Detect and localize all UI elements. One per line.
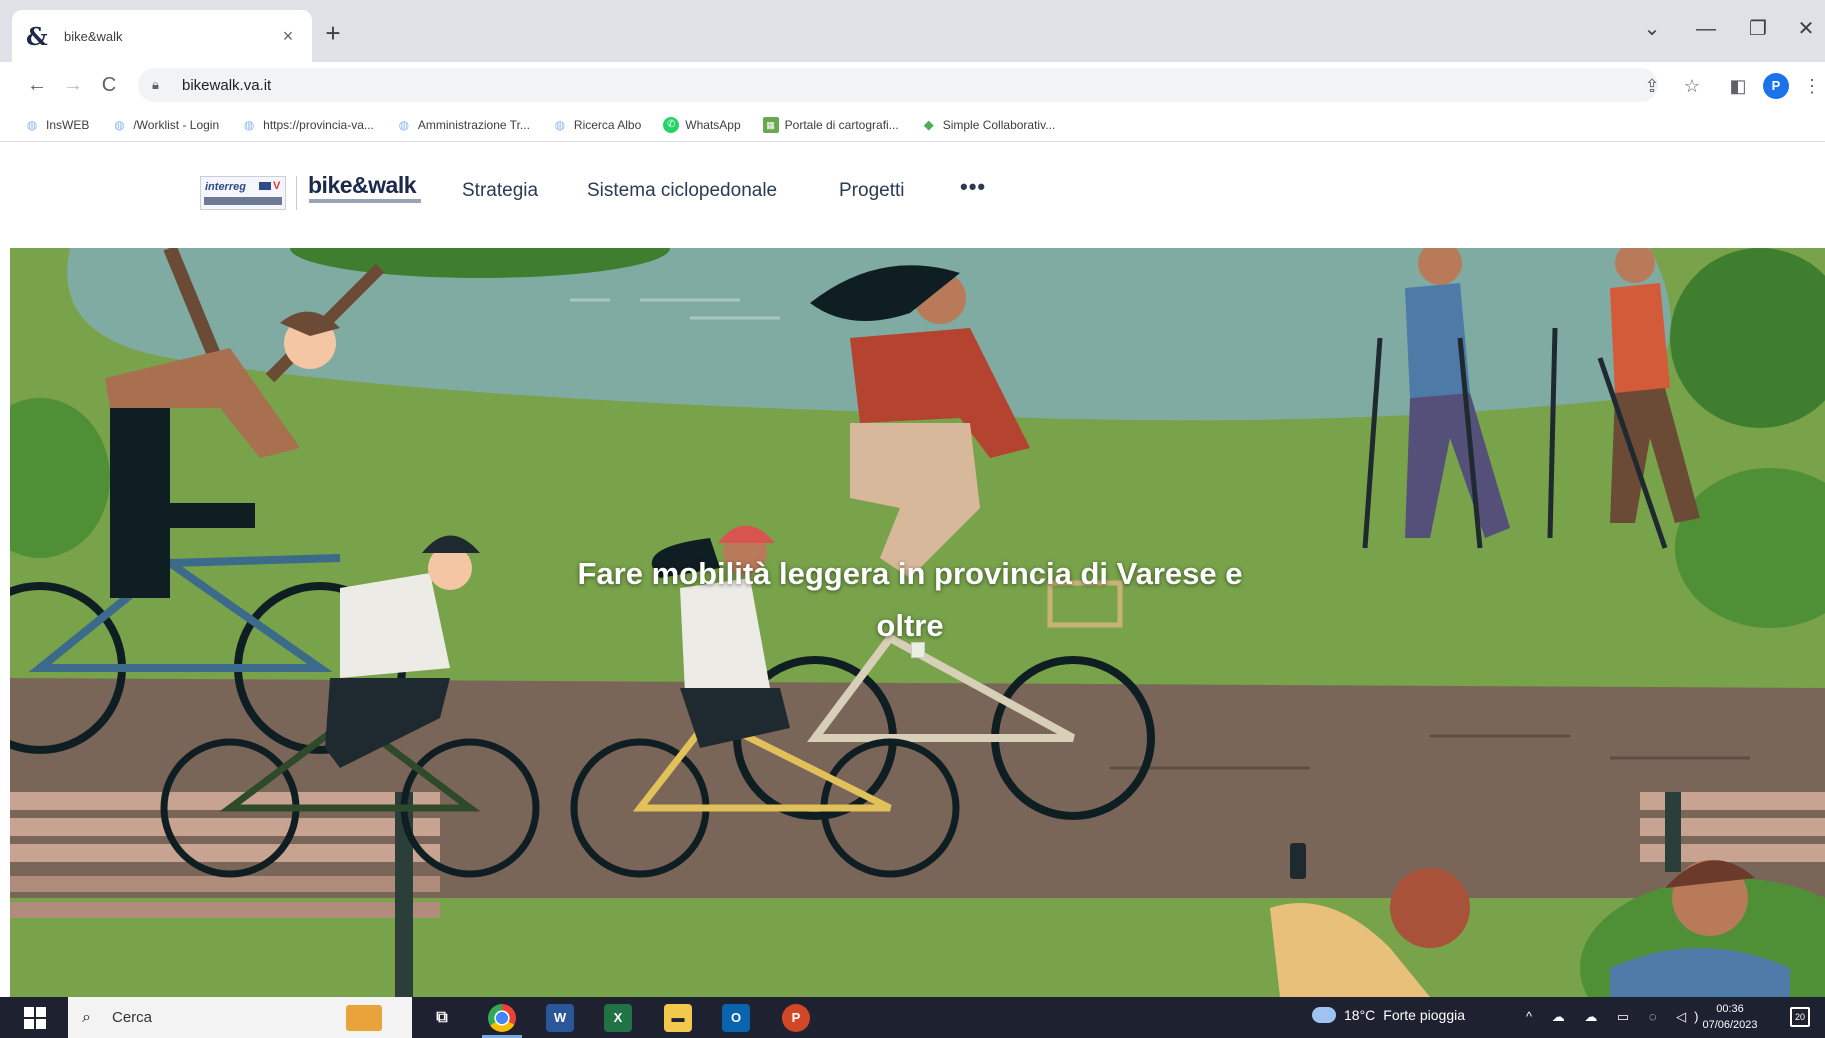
excel-icon[interactable]: X bbox=[604, 1004, 632, 1032]
globe-icon: ◍ bbox=[398, 117, 410, 132]
task-view-icon[interactable]: ⧉ bbox=[428, 1004, 456, 1032]
globe-icon: ◍ bbox=[26, 117, 38, 132]
bookmark-amministrazione[interactable]: ◍ Amministrazione Tr... bbox=[396, 117, 530, 133]
clock[interactable]: 00:36 07/06/2023 bbox=[1690, 1001, 1770, 1033]
weather-temperature: 18°C bbox=[1344, 1007, 1376, 1023]
bookmark-star-icon[interactable]: ☆ bbox=[1680, 74, 1704, 98]
nav-strategia[interactable]: Strategia bbox=[462, 180, 538, 202]
nav-sistema-ciclopedonale[interactable]: Sistema ciclopedonale bbox=[587, 180, 777, 202]
windows-start-icon[interactable] bbox=[24, 1007, 46, 1029]
outlook-icon[interactable]: O bbox=[722, 1004, 750, 1032]
clock-date: 07/06/2023 bbox=[1702, 1019, 1758, 1031]
taskbar-search-placeholder: Cerca bbox=[112, 1009, 153, 1026]
close-window-button[interactable]: ✕ bbox=[1786, 14, 1825, 44]
weather-widget[interactable]: 18°C Forte pioggia bbox=[1312, 1007, 1465, 1023]
bookmark-portale-cartografia[interactable]: ▦ Portale di cartografi... bbox=[762, 116, 899, 133]
address-url[interactable]: bikewalk.va.it bbox=[182, 77, 271, 94]
nav-progetti[interactable]: Progetti bbox=[839, 180, 904, 202]
bookmark-simple-collaborative[interactable]: ◆ Simple Collaborativ... bbox=[921, 117, 1056, 133]
system-tray-icons[interactable]: ^ ☁ ☁ ▭ ◌ ◁) bbox=[1526, 1009, 1707, 1025]
web-page: interreg V bike&walk Strategia Sistema c… bbox=[0, 142, 1825, 997]
reload-button[interactable]: C bbox=[94, 70, 124, 100]
logo-tagline bbox=[309, 199, 421, 203]
powerpoint-icon[interactable]: P bbox=[782, 1004, 810, 1032]
bookmark-provincia[interactable]: ◍ https://provincia-va... bbox=[241, 117, 374, 133]
bikewalk-logo[interactable]: bike&walk bbox=[308, 172, 417, 199]
search-icon: ⌕ bbox=[82, 1008, 91, 1026]
minimize-button[interactable]: — bbox=[1686, 14, 1726, 44]
globe-icon: ◍ bbox=[243, 117, 255, 132]
side-panel-icon[interactable]: ◧ bbox=[1726, 74, 1750, 98]
taskbar: ⌕ Cerca ⧉ W X ▬ O P 18°C Forte pioggia ^… bbox=[0, 997, 1825, 1038]
bookmarks-bar: ◍ InsWEB ◍/Worklist - Login ◍ https://prov… bbox=[0, 108, 1825, 142]
chrome-icon[interactable] bbox=[488, 1004, 516, 1032]
word-icon[interactable]: W bbox=[546, 1004, 574, 1032]
eu-flag-icon bbox=[259, 182, 271, 190]
file-explorer-icon[interactable]: ▬ bbox=[664, 1004, 692, 1032]
hero-banner: Fare mobilità leggera in provincia di Va… bbox=[10, 248, 1825, 997]
forward-button[interactable]: → bbox=[58, 70, 88, 100]
rain-cloud-icon bbox=[1312, 1007, 1336, 1023]
hero-title: Fare mobilità leggera in provincia di Va… bbox=[577, 556, 1243, 643]
tab-search-dropdown-icon[interactable]: ⌄ bbox=[1632, 14, 1672, 44]
lock-icon[interactable]: 🔒︎ bbox=[152, 77, 172, 93]
browser-tab[interactable]: & bike&walk × bbox=[12, 10, 312, 62]
bookmark-whatsapp[interactable]: ✆ WhatsApp bbox=[663, 116, 741, 133]
globe-icon: ◍ bbox=[114, 117, 125, 132]
collab-icon: ◆ bbox=[923, 116, 934, 132]
logo-bar bbox=[204, 197, 282, 205]
tab-strip: & bike&walk × + ⌄ — ❐ ✕ bbox=[0, 0, 1825, 62]
nav-more-icon[interactable]: ••• bbox=[960, 174, 986, 200]
weather-description: Forte pioggia bbox=[1383, 1007, 1465, 1023]
browser-menu-icon[interactable]: ⋮ bbox=[1800, 74, 1824, 98]
clock-time: 00:36 bbox=[1716, 1003, 1744, 1015]
map-icon: ▦ bbox=[762, 116, 779, 133]
profile-avatar[interactable]: P bbox=[1763, 73, 1789, 99]
share-icon[interactable]: ⇪ bbox=[1640, 74, 1664, 98]
broken-image-icon bbox=[911, 642, 925, 658]
work-bag-icon bbox=[346, 1005, 382, 1031]
interreg-logo[interactable]: interreg V bbox=[200, 176, 286, 210]
logo-divider bbox=[296, 176, 297, 210]
back-button[interactable]: ← bbox=[22, 70, 52, 100]
site-header: interreg V bike&walk Strategia Sistema c… bbox=[0, 142, 1825, 248]
tab-title: bike&walk bbox=[64, 28, 123, 44]
browser-toolbar: ← → C 🔒︎ bikewalk.va.it ⇪ ☆ ◧ P ⋮ bbox=[0, 62, 1825, 108]
bookmark-ricerca-albo[interactable]: ◍ Ricerca Albo bbox=[552, 117, 642, 133]
bookmark-worklist[interactable]: ◍/Worklist - Login bbox=[111, 117, 219, 133]
address-bar[interactable]: 🔒︎ bikewalk.va.it bbox=[138, 68, 1658, 102]
bookmark-insweb[interactable]: ◍ InsWEB bbox=[24, 117, 90, 133]
whatsapp-icon: ✆ bbox=[663, 116, 680, 133]
tab-close-icon[interactable]: × bbox=[278, 26, 298, 47]
maximize-button[interactable]: ❐ bbox=[1738, 14, 1778, 44]
taskbar-search[interactable]: ⌕ Cerca bbox=[68, 997, 412, 1038]
notification-center-icon[interactable]: 20 bbox=[1790, 1007, 1810, 1027]
globe-icon: ◍ bbox=[554, 117, 566, 132]
new-tab-button[interactable]: + bbox=[318, 18, 348, 48]
ampersand-icon: & bbox=[26, 21, 48, 51]
